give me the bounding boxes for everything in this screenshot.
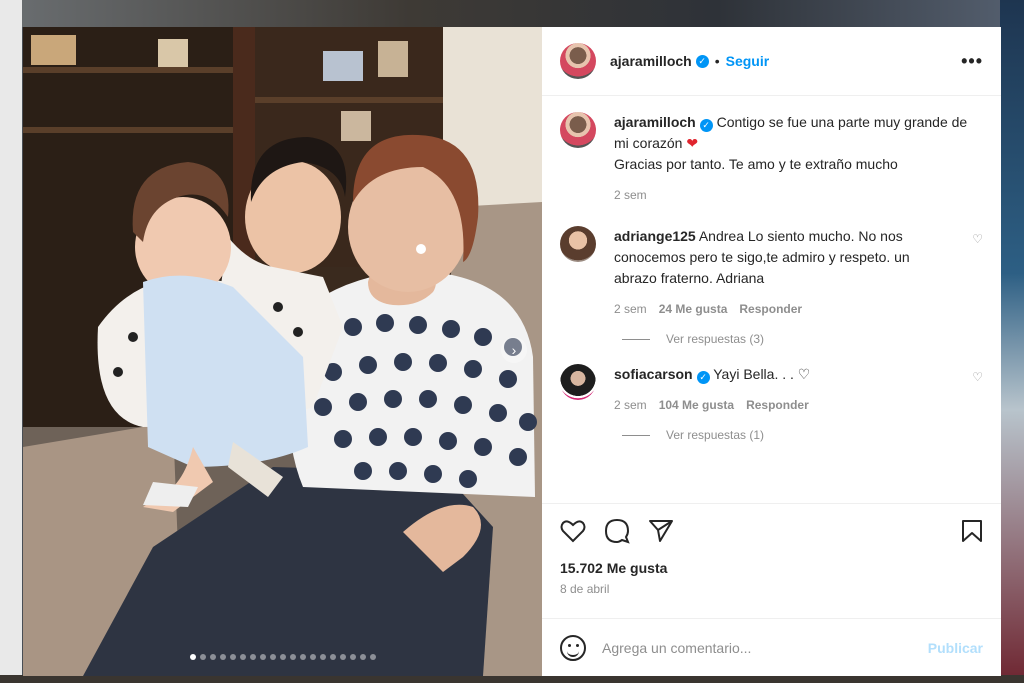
post-modal: › ajaramilloch ✓ • Seguir ••• ajaramillo…: [23, 27, 1001, 676]
caption-time[interactable]: 2 sem: [614, 185, 647, 206]
reply-button[interactable]: Responder: [746, 395, 809, 416]
commenter-username[interactable]: adriange125: [614, 228, 696, 244]
post-date[interactable]: 8 de abril: [560, 582, 983, 596]
view-replies-label[interactable]: Ver respuestas (3): [666, 332, 764, 346]
reply-button[interactable]: Responder: [739, 299, 802, 320]
red-heart-emoji-icon: ❤: [686, 135, 699, 151]
bookmark-icon[interactable]: [961, 519, 983, 543]
emoji-icon[interactable]: [560, 634, 586, 661]
comment-input[interactable]: [602, 639, 928, 656]
comment-time[interactable]: 2 sem: [614, 395, 647, 416]
photo-illustration: [23, 27, 542, 676]
author-avatar[interactable]: [560, 43, 596, 79]
comments-list[interactable]: ajaramilloch ✓ Contigo se fue una parte m…: [542, 96, 1001, 503]
comment-item: adriange125 Andrea Lo siento mucho. No n…: [560, 226, 983, 320]
caption-avatar[interactable]: [560, 112, 596, 148]
follow-button[interactable]: Seguir: [726, 53, 770, 69]
add-comment-bar: Publicar: [542, 618, 1001, 676]
comment-time[interactable]: 2 sem: [614, 299, 647, 320]
share-icon[interactable]: [648, 519, 674, 543]
comment-item: sofiacarson ✓ Yayi Bella. . . ♡ 2 sem 104…: [560, 364, 983, 416]
like-comment-heart-icon[interactable]: ♡: [972, 232, 983, 320]
carousel-dot[interactable]: [319, 654, 326, 660]
caption: ajaramilloch ✓ Contigo se fue una parte m…: [560, 112, 983, 206]
carousel-dot[interactable]: [339, 654, 346, 660]
carousel-dot[interactable]: [369, 654, 376, 660]
post-details-panel: ajaramilloch ✓ • Seguir ••• ajaramilloch…: [542, 27, 1001, 676]
comment-icon[interactable]: [604, 518, 630, 544]
view-replies[interactable]: Ver respuestas (1): [622, 428, 983, 442]
comment-likes[interactable]: 104 Me gusta: [659, 395, 734, 416]
carousel-dot[interactable]: [349, 654, 356, 660]
verified-badge-icon: ✓: [695, 54, 709, 68]
view-replies[interactable]: Ver respuestas (3): [622, 332, 983, 346]
white-heart-emoji-icon: ♡: [797, 366, 811, 382]
header-separator: •: [714, 53, 720, 69]
carousel-dot[interactable]: [199, 654, 206, 660]
carousel-dot[interactable]: [259, 654, 266, 660]
carousel-dot[interactable]: [219, 654, 226, 660]
replies-line: [622, 434, 650, 436]
carousel-dot[interactable]: [329, 654, 336, 660]
carousel-dot[interactable]: [359, 654, 366, 660]
commenter-avatar[interactable]: [560, 364, 596, 400]
action-icons: [560, 518, 983, 544]
like-comment-heart-icon[interactable]: ♡: [972, 370, 983, 416]
carousel-dot[interactable]: [299, 654, 306, 660]
background-left-column: [0, 0, 22, 683]
author-username[interactable]: ajaramilloch: [610, 53, 692, 69]
next-slide-button[interactable]: ›: [501, 337, 527, 363]
background-bottom-strip: [0, 675, 1024, 683]
carousel-dot[interactable]: [249, 654, 256, 660]
post-photo[interactable]: ›: [23, 27, 542, 676]
commenter-avatar[interactable]: [560, 226, 596, 262]
view-replies-label[interactable]: Ver respuestas (1): [666, 428, 764, 442]
caption-username[interactable]: ajaramilloch: [614, 114, 696, 130]
carousel-dot[interactable]: [269, 654, 276, 660]
carousel-dot[interactable]: [209, 654, 216, 660]
carousel-dot[interactable]: [279, 654, 286, 660]
carousel-dot[interactable]: [229, 654, 236, 660]
carousel-dot[interactable]: [309, 654, 316, 660]
heart-icon[interactable]: [560, 519, 586, 543]
verified-badge-icon: ✓: [699, 119, 713, 132]
carousel-dot[interactable]: [239, 654, 246, 660]
post-header: ajaramilloch ✓ • Seguir •••: [542, 27, 1001, 96]
replies-line: [622, 338, 650, 340]
caption-line2: Gracias por tanto. Te amo y te extraño m…: [614, 156, 898, 172]
like-count[interactable]: 15.702 Me gusta: [560, 560, 983, 576]
more-options-icon[interactable]: •••: [961, 51, 983, 72]
carousel-dot[interactable]: [189, 654, 196, 660]
carousel-dots: [23, 654, 542, 660]
comment-likes[interactable]: 24 Me gusta: [659, 299, 728, 320]
post-actions: 15.702 Me gusta 8 de abril: [542, 503, 1001, 618]
commenter-username[interactable]: sofiacarson: [614, 366, 693, 382]
comment-text: Yayi Bella. . .: [713, 366, 794, 382]
carousel-dot[interactable]: [289, 654, 296, 660]
background-right-column: [1000, 0, 1024, 683]
verified-badge-icon: ✓: [696, 371, 710, 384]
background-top-strip: [0, 0, 1024, 27]
publish-button[interactable]: Publicar: [928, 640, 983, 656]
